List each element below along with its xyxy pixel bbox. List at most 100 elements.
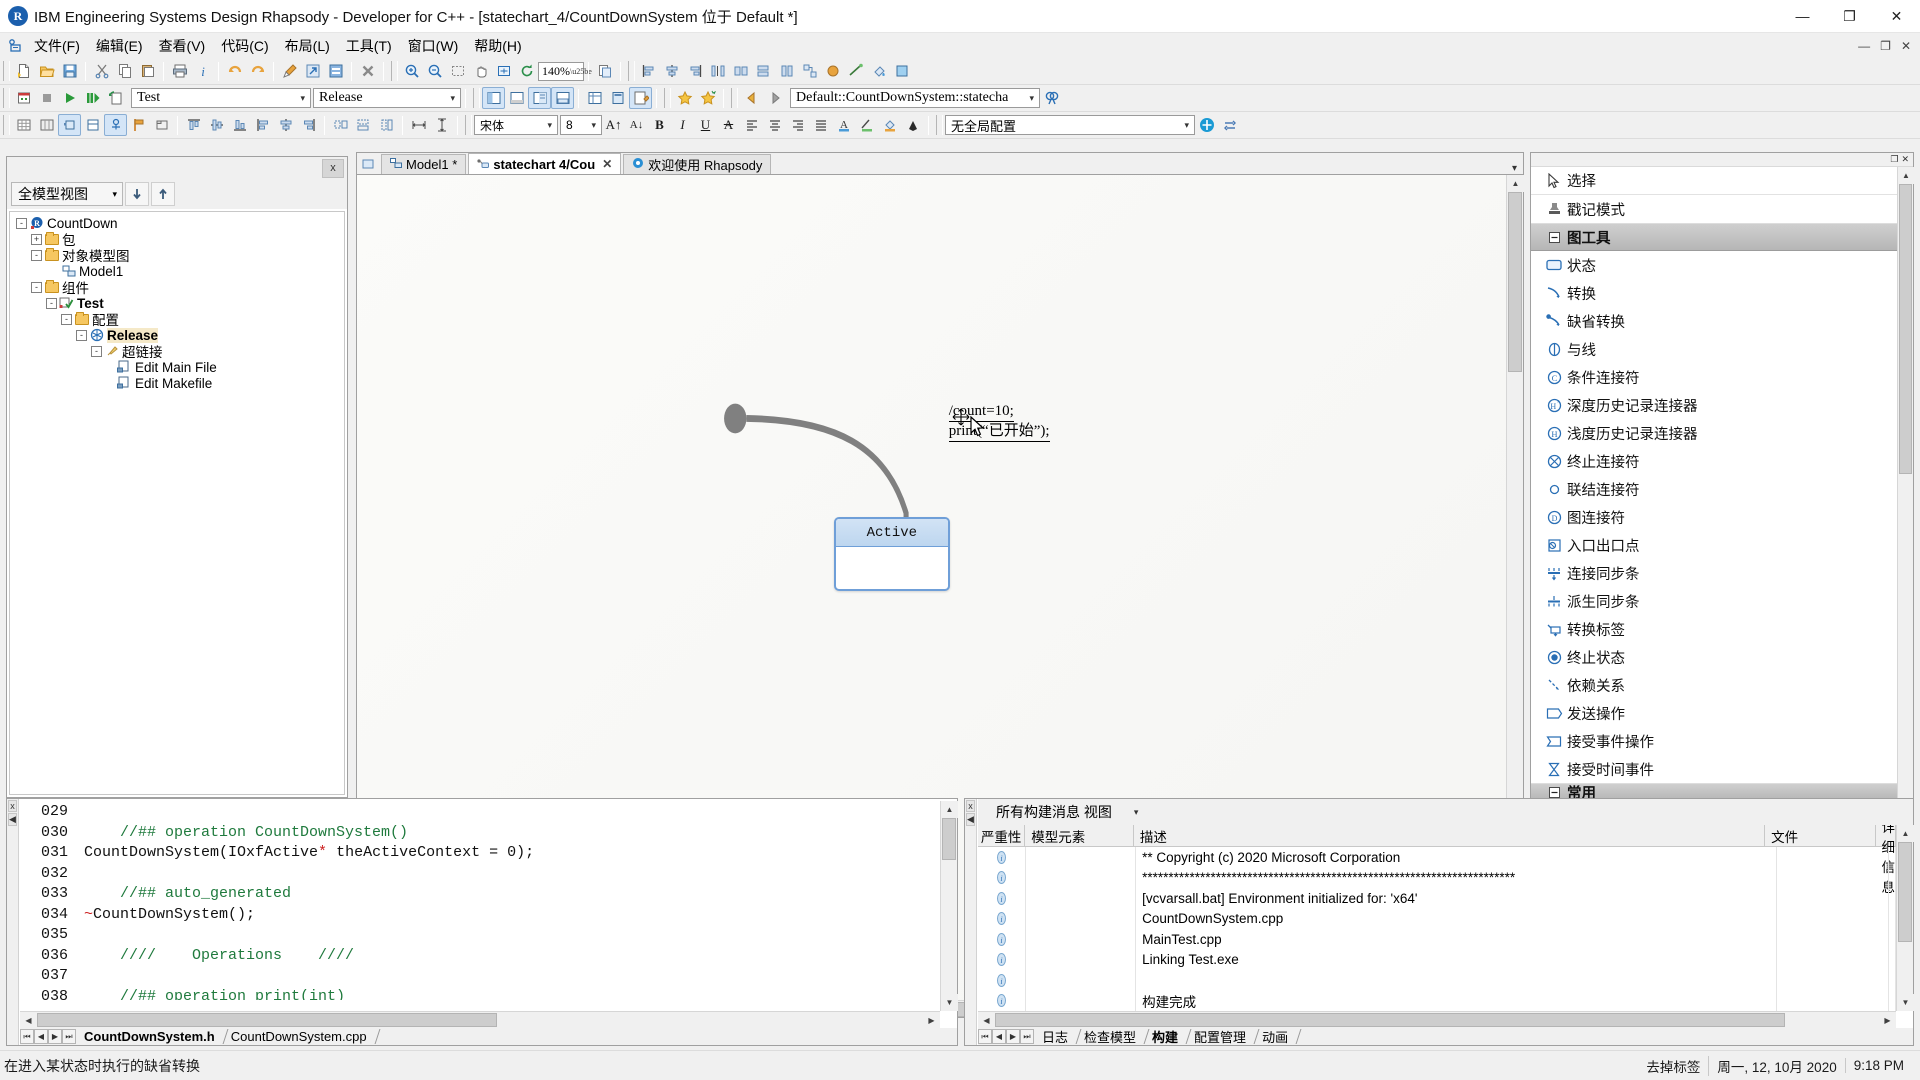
first-tab-button[interactable]: ⏮ xyxy=(20,1029,34,1044)
palette-item-fork-sync-bar[interactable]: 派生同步条 xyxy=(1531,587,1897,615)
delete-icon[interactable] xyxy=(356,60,379,82)
align-bottom-icon[interactable] xyxy=(228,114,251,136)
cut-icon[interactable] xyxy=(90,60,113,82)
palette-item-termination-connector[interactable]: 终止连接符 xyxy=(1531,447,1897,475)
font-family-combo[interactable]: 宋体 ▾ xyxy=(474,115,558,135)
tree-expander[interactable]: - xyxy=(16,217,27,229)
prev-tab-button[interactable]: ◀ xyxy=(34,1029,48,1044)
output-tab-config-management[interactable]: 配置管理 xyxy=(1186,1028,1254,1045)
align-left-icon[interactable] xyxy=(637,60,660,82)
output-panel-close-button[interactable]: x xyxy=(966,800,975,812)
sync-icon[interactable] xyxy=(1218,114,1241,136)
fill-icon[interactable] xyxy=(867,60,890,82)
palette-item-and-line[interactable]: 与线 xyxy=(1531,335,1897,363)
search-view-icon[interactable] xyxy=(551,87,574,109)
browser-prev-button[interactable] xyxy=(151,182,175,206)
palette-item-dependency[interactable]: 依赖关系 xyxy=(1531,671,1897,699)
distribute-icon[interactable] xyxy=(706,60,729,82)
toolbar-grip-build[interactable] xyxy=(3,88,10,108)
same-width2-icon[interactable] xyxy=(352,114,375,136)
tab-model1[interactable]: Model1 * xyxy=(381,154,467,174)
scroll-right-button[interactable]: ▶ xyxy=(923,1012,940,1029)
toolbar-grip-font[interactable] xyxy=(465,115,472,135)
model-view-combo[interactable]: 全模型视图 ▾ xyxy=(11,182,123,206)
stop-icon[interactable] xyxy=(35,87,58,109)
run-icon[interactable] xyxy=(58,87,81,109)
scroll-up-button[interactable]: ▲ xyxy=(1898,167,1914,184)
column-header-element[interactable]: 模型元素 xyxy=(1025,825,1134,847)
zoom-in-icon[interactable] xyxy=(400,60,423,82)
scroll-down-button[interactable]: ▼ xyxy=(1897,994,1914,1011)
align-middle-icon[interactable] xyxy=(205,114,228,136)
print-icon[interactable] xyxy=(168,60,191,82)
font-size-combo[interactable]: 8 ▾ xyxy=(560,115,602,135)
minimize-button[interactable]: — xyxy=(1779,0,1826,33)
align-center2-icon[interactable] xyxy=(274,114,297,136)
code-panel-menu-button[interactable]: ◀ xyxy=(8,813,17,826)
text-left-icon[interactable] xyxy=(740,114,763,136)
toolbar-grip-format[interactable] xyxy=(3,115,10,135)
copy-image-icon[interactable] xyxy=(593,60,616,82)
document-restore-button[interactable]: ❐ xyxy=(1875,39,1896,53)
palette-item-diagram-connector[interactable]: D 图连接符 xyxy=(1531,503,1897,531)
next-tab-button[interactable]: ▶ xyxy=(1006,1029,1020,1044)
table-row[interactable]: i 构建完成 xyxy=(978,990,1896,1011)
toolbar-grip-nav[interactable] xyxy=(731,88,738,108)
compartments-icon[interactable] xyxy=(81,114,104,136)
global-config-combo[interactable]: 无全局配置 ▾ xyxy=(945,115,1195,135)
italic-icon[interactable]: I xyxy=(671,114,694,136)
output-vertical-scrollbar[interactable]: ▲ ▼ xyxy=(1896,825,1914,1011)
format-painter-icon[interactable] xyxy=(278,60,301,82)
build-messages-table[interactable]: 严重性 模型元素 描述 文件 更多详细信息 i ** Copyright (c)… xyxy=(978,825,1896,1011)
paste-icon[interactable] xyxy=(136,60,159,82)
info-icon[interactable]: i xyxy=(191,60,214,82)
palette-item-deep-history[interactable]: H * 深度历史记录连接器 xyxy=(1531,391,1897,419)
tree-node-edit-makefile[interactable]: Edit Makefile xyxy=(10,375,344,391)
same-height-icon[interactable] xyxy=(775,60,798,82)
palette-item-select[interactable]: 选择 xyxy=(1531,167,1897,195)
tree-expander[interactable]: + xyxy=(31,233,42,245)
stereotype-icon[interactable] xyxy=(104,114,127,136)
redo-icon[interactable] xyxy=(246,60,269,82)
font-color-icon[interactable]: A xyxy=(832,114,855,136)
same-size2-icon[interactable] xyxy=(329,114,352,136)
menu-layout[interactable]: 布局(L) xyxy=(277,34,338,58)
layout-icon[interactable] xyxy=(798,60,821,82)
refresh-icon[interactable] xyxy=(515,60,538,82)
output-tab-build[interactable]: 构建 xyxy=(1144,1028,1186,1045)
tab-scroll-icon[interactable] xyxy=(361,157,375,174)
menu-window[interactable]: 窗口(W) xyxy=(400,34,467,58)
find-icon[interactable] xyxy=(1040,87,1063,109)
menu-code[interactable]: 代码(C) xyxy=(213,34,276,58)
line-icon[interactable] xyxy=(844,60,867,82)
next-tab-button[interactable]: ▶ xyxy=(48,1029,62,1044)
toolbar-grip-views[interactable] xyxy=(473,88,480,108)
same-height2-icon[interactable] xyxy=(375,114,398,136)
add-favorite-icon[interactable] xyxy=(673,87,696,109)
grow-font-icon[interactable]: A↑ xyxy=(602,114,625,136)
document-minimize-button[interactable]: — xyxy=(1853,39,1875,53)
align-right-icon[interactable] xyxy=(683,60,706,82)
palette-item-stamp-mode[interactable]: 戳记模式 xyxy=(1531,195,1897,223)
back-icon[interactable] xyxy=(740,87,763,109)
frame-icon[interactable] xyxy=(150,114,173,136)
table-row[interactable]: i **************************************… xyxy=(978,867,1896,888)
palette-item-state[interactable]: 状态 xyxy=(1531,251,1897,279)
copy-icon[interactable] xyxy=(113,60,136,82)
scroll-left-button[interactable]: ◀ xyxy=(978,1012,995,1029)
last-tab-button[interactable]: ⏭ xyxy=(62,1029,76,1044)
features-view-icon[interactable] xyxy=(528,87,551,109)
scroll-up-button[interactable]: ▲ xyxy=(1897,825,1914,842)
zoom-region-icon[interactable] xyxy=(446,60,469,82)
generate-icon[interactable] xyxy=(324,60,347,82)
color2-icon[interactable] xyxy=(890,60,913,82)
tree-expander[interactable]: - xyxy=(61,313,72,325)
edit-view-icon[interactable] xyxy=(629,87,652,109)
build-run-icon[interactable] xyxy=(81,87,104,109)
tree-node-components[interactable]: - 组件 xyxy=(10,279,344,296)
table-view-icon[interactable] xyxy=(583,87,606,109)
scroll-thumb[interactable] xyxy=(37,1013,497,1027)
table-row[interactable]: i ** Copyright (c) 2020 Microsoft Corpor… xyxy=(978,847,1896,868)
output-tab-check-model[interactable]: 检查模型 xyxy=(1076,1028,1144,1045)
tree-expander[interactable]: - xyxy=(31,249,42,261)
